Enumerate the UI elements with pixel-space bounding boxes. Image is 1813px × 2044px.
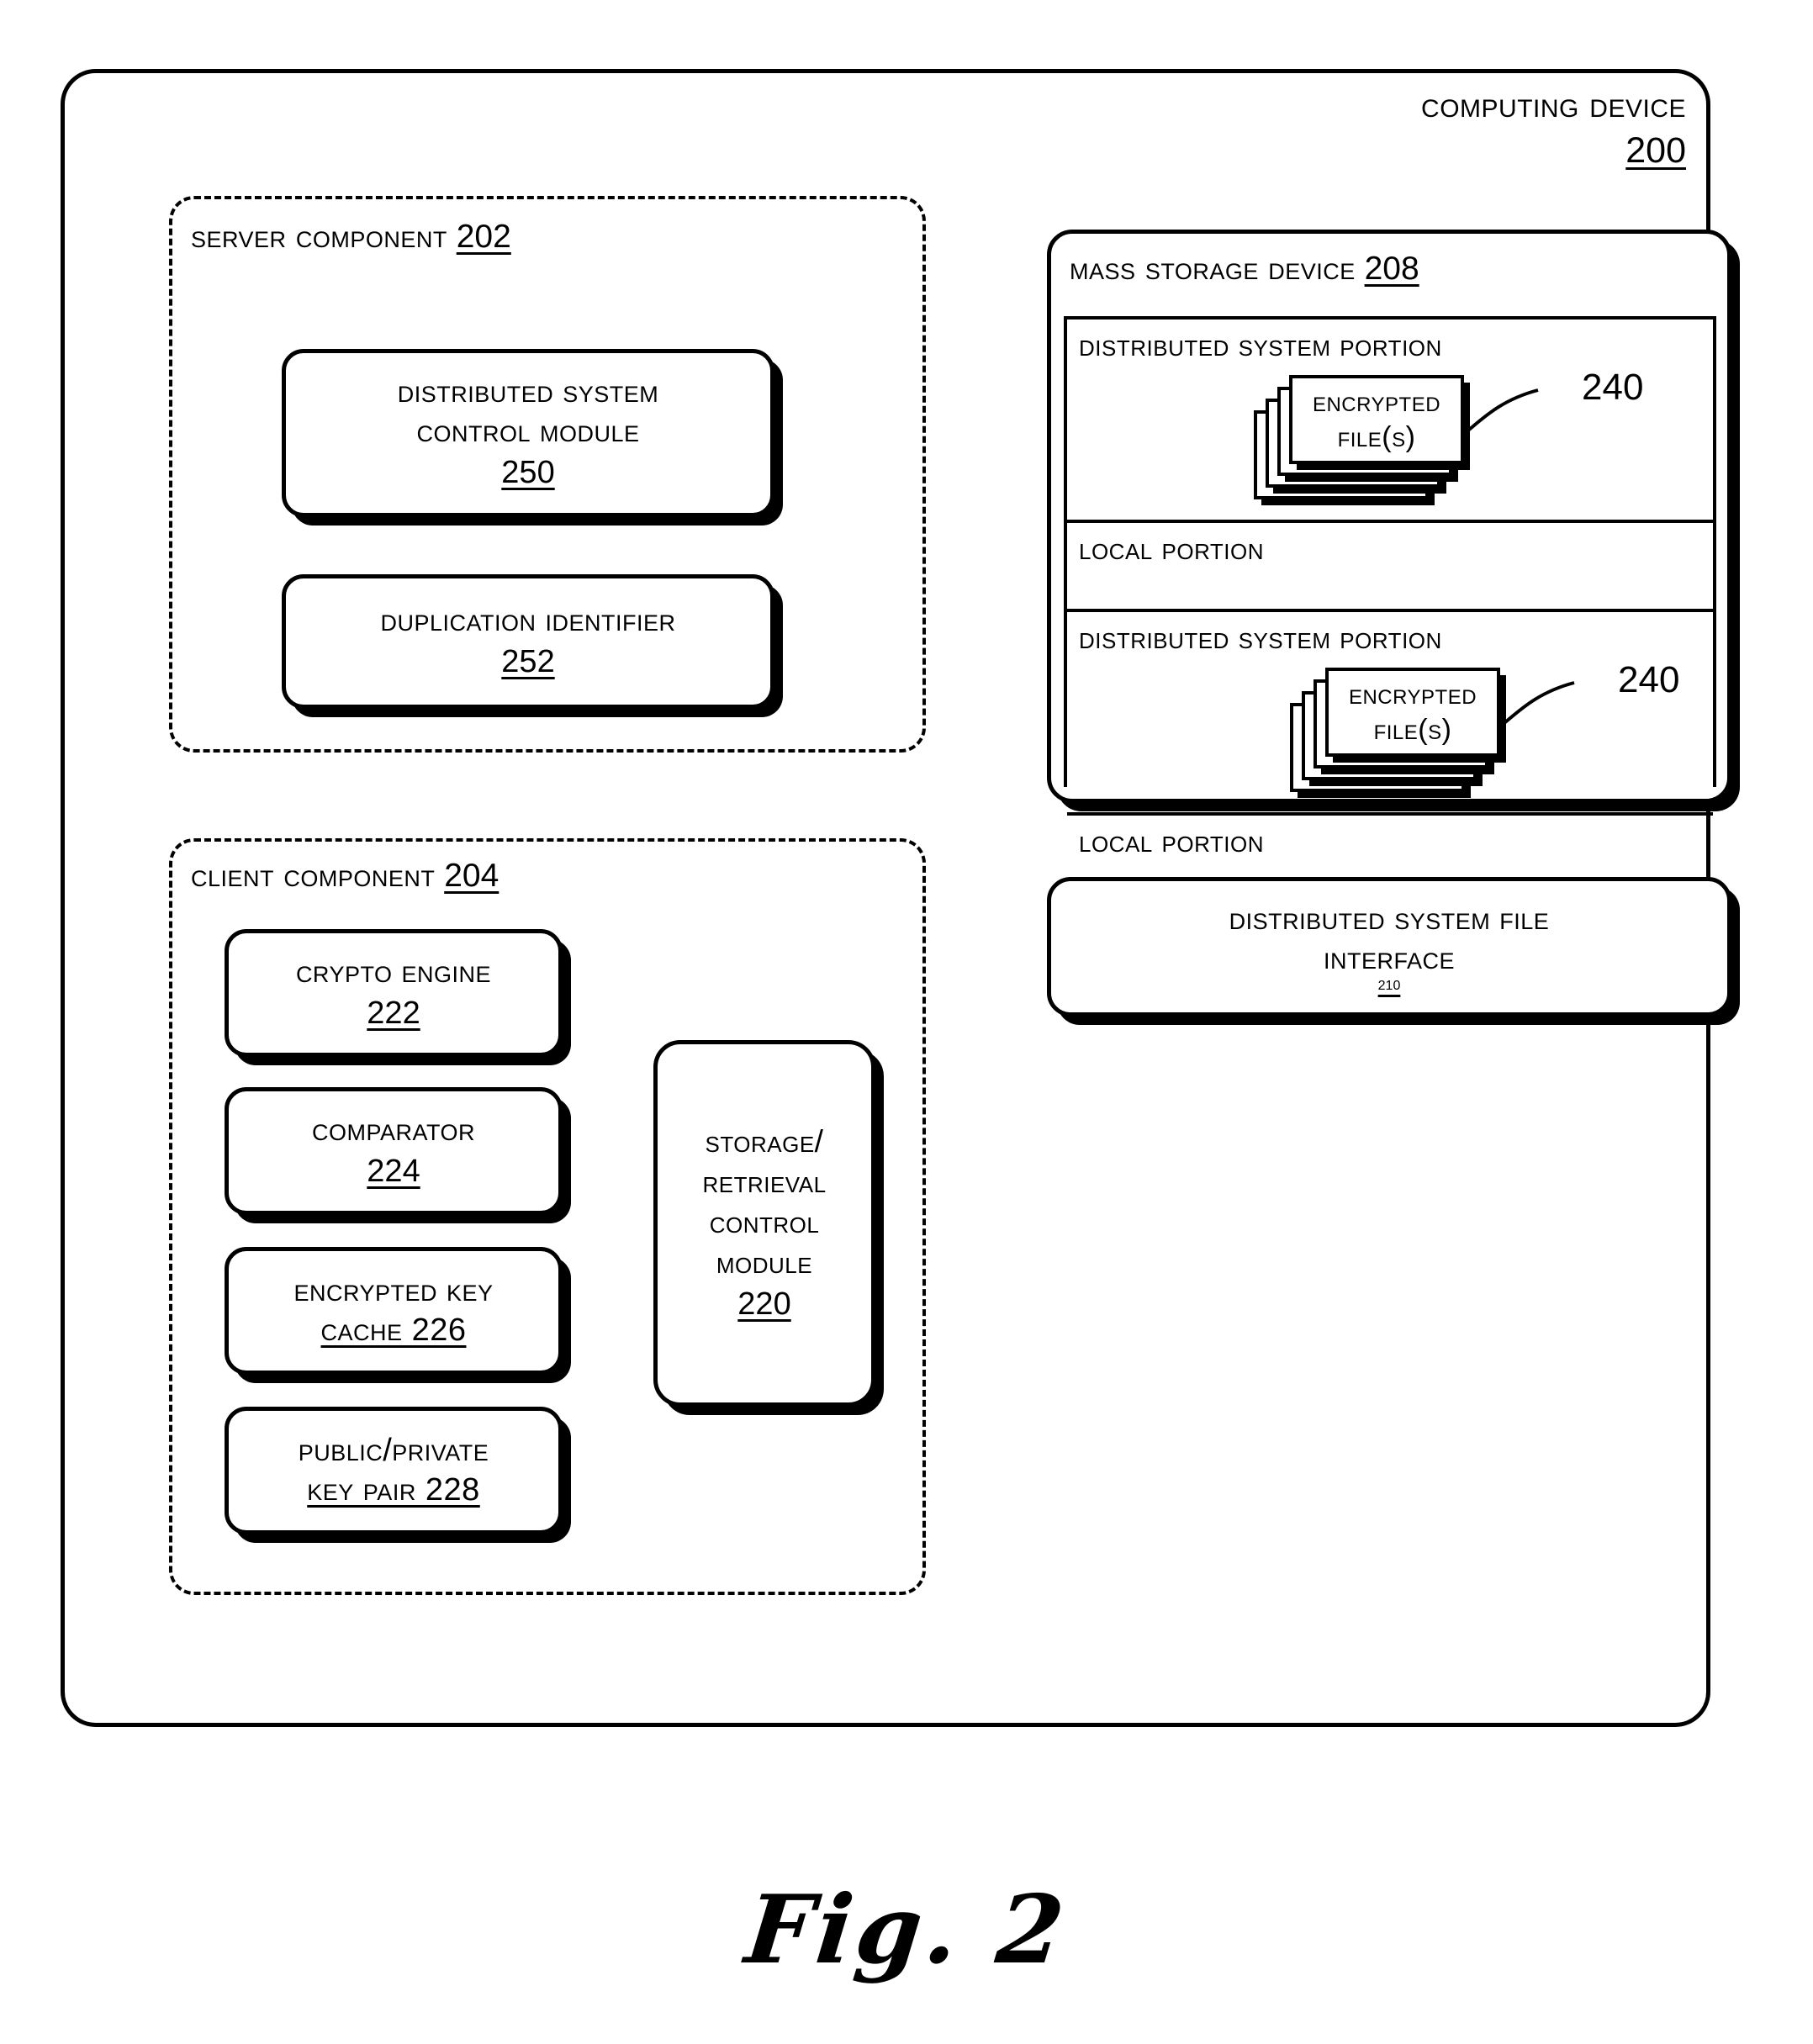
- storage-row-local-2: Local Portion: [1067, 816, 1713, 885]
- storage-row-label: Local Portion: [1079, 824, 1265, 858]
- encrypted-files-label-line1: Encrypted: [1312, 386, 1441, 418]
- module-label-line3: Control: [709, 1205, 820, 1239]
- module-ref: 250: [501, 455, 555, 490]
- encrypted-file-stack: Encrypted File(s) 240: [1290, 659, 1679, 802]
- module-label-line4: Module: [716, 1245, 813, 1280]
- module-ref: 222: [367, 995, 420, 1031]
- module-label-line1: Public/Private: [298, 1433, 489, 1468]
- comparator-module[interactable]: Comparator 224: [225, 1087, 563, 1215]
- duplication-identifier-module[interactable]: Duplication Identifier 252: [282, 574, 774, 709]
- file-sheet-front: Encrypted File(s): [1289, 375, 1464, 464]
- leader-line-icon: [1498, 681, 1575, 728]
- module-label-line1: Storage/: [705, 1124, 824, 1159]
- module-label-line1: Encrypted Key: [293, 1273, 494, 1308]
- storage-row-label: Distributed System Portion: [1079, 621, 1442, 655]
- module-label-line2: Control Module: [416, 414, 640, 449]
- leader-line-icon: [1462, 388, 1539, 436]
- computing-device-ref: 200: [1625, 130, 1686, 171]
- client-component-title-text: Client Component: [191, 858, 436, 894]
- module-label-line1: Comparator: [311, 1112, 475, 1148]
- server-component-title: Server Component 202: [191, 218, 511, 256]
- interface-label-line1: Distributed System File: [1229, 901, 1550, 937]
- module-label-line1: Duplication Identifier: [380, 602, 676, 638]
- mass-storage-device-title: Mass Storage Device 208: [1070, 249, 1419, 289]
- module-label-line2: Key Pair 228: [307, 1472, 480, 1508]
- storage-row-local-1: Local Portion: [1067, 523, 1713, 612]
- encrypted-files-label-line2: File(s): [1337, 421, 1416, 453]
- module-ref: 224: [367, 1153, 420, 1189]
- module-label-line1: Crypto Engine: [295, 953, 492, 990]
- module-label-line2: Cache 226: [320, 1312, 467, 1348]
- encrypted-files-label-line2: File(s): [1373, 714, 1452, 746]
- storage-row-label: Distributed System Portion: [1079, 328, 1442, 362]
- figure-caption: Fig. 2: [740, 1875, 1073, 1985]
- distributed-system-file-interface[interactable]: Distributed System File Interface 210: [1047, 877, 1731, 1017]
- module-ref: 252: [501, 643, 555, 679]
- file-sheet-front: Encrypted File(s): [1325, 668, 1500, 757]
- encrypted-files-ref: 240: [1618, 659, 1680, 700]
- encrypted-file-stack: Encrypted File(s) 240: [1254, 367, 1643, 510]
- mass-storage-device: Mass Storage Device 208 Distributed Syst…: [1047, 230, 1731, 858]
- encrypted-key-cache-module[interactable]: Encrypted Key Cache 226: [225, 1247, 563, 1375]
- module-ref: 220: [737, 1286, 791, 1322]
- storage-row-distributed-2: Distributed System Portion Encrypted Fil…: [1067, 612, 1713, 816]
- interface-label-line2: Interface: [1323, 941, 1456, 976]
- interface-ref: 210: [1377, 979, 1401, 993]
- encrypted-files-label-line1: Encrypted: [1348, 679, 1477, 710]
- computing-device-boundary: Computing Device 200 Server Component 20…: [61, 69, 1731, 1727]
- storage-row-label: Local Portion: [1079, 531, 1265, 566]
- client-component-title: Client Component 204: [191, 857, 499, 895]
- mass-storage-device-ref: 208: [1364, 251, 1419, 287]
- storage-retrieval-control-module[interactable]: Storage/ Retrieval Control Module 220: [653, 1040, 875, 1407]
- computing-device-title: Computing Device: [1421, 85, 1686, 125]
- module-label-line2: Retrieval: [702, 1165, 827, 1199]
- server-component-ref: 202: [456, 219, 511, 255]
- module-label-line1: Distributed System: [397, 374, 659, 409]
- client-component-ref: 204: [444, 858, 500, 894]
- crypto-engine-module[interactable]: Crypto Engine 222: [225, 929, 563, 1057]
- distributed-system-control-module[interactable]: Distributed System Control Module 250: [282, 349, 774, 517]
- storage-partition-table: Distributed System Portion Encrypted Fil…: [1064, 316, 1716, 858]
- server-component-title-text: Server Component: [191, 219, 447, 255]
- public-private-key-pair-module[interactable]: Public/Private Key Pair 228: [225, 1407, 563, 1534]
- mass-storage-device-title-text: Mass Storage Device: [1070, 251, 1356, 287]
- storage-row-distributed-1: Distributed System Portion Encrypted Fil…: [1067, 320, 1713, 523]
- encrypted-files-ref: 240: [1582, 367, 1644, 408]
